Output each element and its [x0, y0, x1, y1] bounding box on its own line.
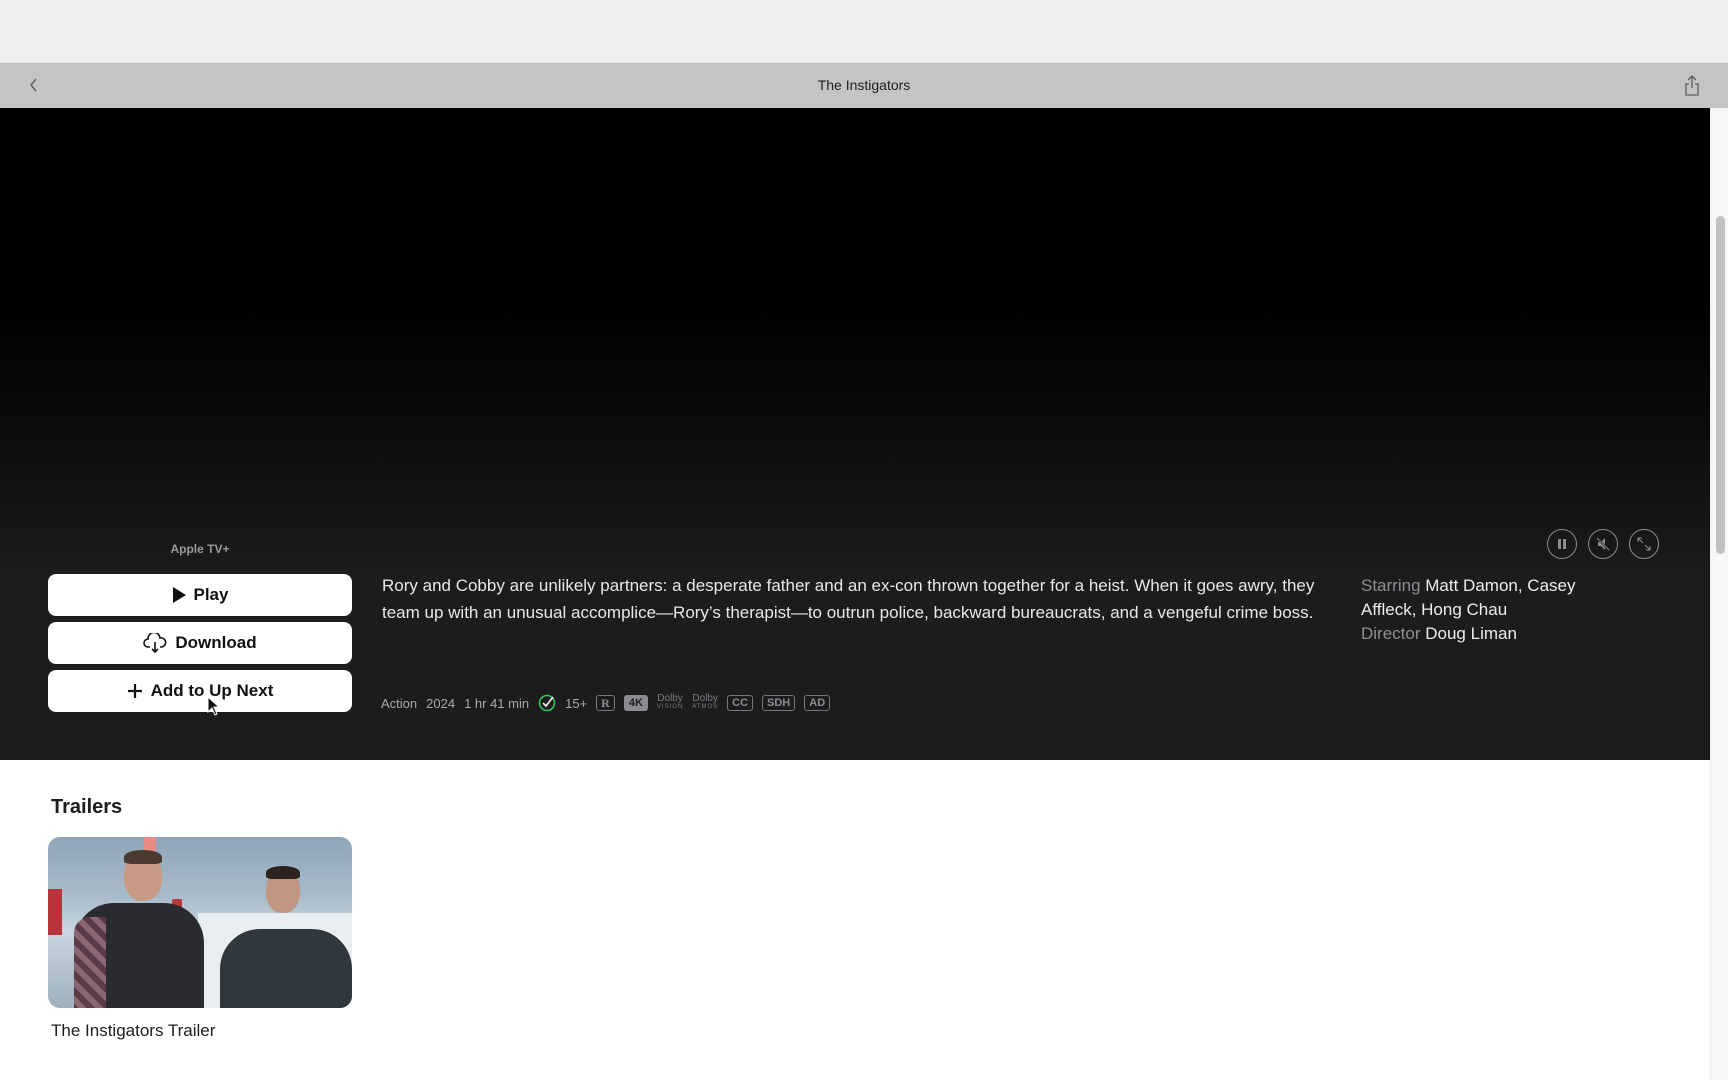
play-icon: [172, 587, 186, 603]
director-name: Doug Liman: [1425, 624, 1517, 643]
dolby-vision-badge: Dolby VISION: [657, 694, 683, 712]
dolby-atmos-badge: Dolby ATMOS: [692, 694, 718, 712]
starring-line: Starring Matt Damon, Casey Affleck, Hong…: [1361, 574, 1621, 622]
toolbar: The Instigators: [0, 63, 1728, 108]
thumbnail-scene: [144, 837, 156, 851]
cc-badge: CC: [727, 695, 754, 711]
credits: Starring Matt Damon, Casey Affleck, Hong…: [1361, 574, 1621, 646]
4k-badge: 4K: [623, 695, 648, 711]
hero-section: Apple TV+ Play Download Add to Up Next R…: [0, 108, 1710, 760]
genre: Action: [381, 695, 418, 711]
trailer-title[interactable]: The Instigators Trailer: [51, 1021, 215, 1041]
expand-icon: [1637, 537, 1651, 551]
share-button[interactable]: [1680, 73, 1704, 99]
window-title: The Instigators: [817, 77, 911, 93]
thumbnail-scene: [74, 917, 106, 1008]
director-label: Director: [1361, 624, 1421, 643]
dolby-atmos-bottom: ATMOS: [692, 704, 719, 710]
pause-icon: [1558, 539, 1566, 549]
duration: 1 hr 41 min: [464, 695, 530, 711]
plus-icon: [127, 684, 142, 698]
play-label: Play: [193, 585, 229, 604]
fullscreen-button[interactable]: [1629, 529, 1659, 559]
add-to-up-next-label: Add to Up Next: [150, 681, 274, 700]
ad-badge: AD: [804, 695, 831, 711]
scrollbar-thumb[interactable]: [1716, 216, 1725, 554]
scrollbar[interactable]: [1710, 108, 1728, 1080]
pause-button[interactable]: [1547, 529, 1577, 559]
dolby-vision-top: Dolby: [657, 693, 683, 704]
thumbnail-scene: [48, 889, 62, 935]
provider-label: Apple TV+: [170, 542, 230, 556]
window-top-bar: [0, 0, 1728, 63]
age-rating: 15+: [565, 695, 588, 711]
share-icon: [1685, 75, 1699, 96]
add-to-up-next-button[interactable]: Add to Up Next: [48, 670, 352, 712]
year: 2024: [426, 695, 456, 711]
cloud-download-icon: [143, 633, 167, 653]
play-button[interactable]: Play: [48, 574, 352, 616]
metadata-row: Action 2024 1 hr 41 min 15+ R 4K Dolby V…: [381, 694, 831, 712]
dolby-atmos-top: Dolby: [692, 693, 718, 704]
director-line: Director Doug Liman: [1361, 622, 1621, 646]
checkmark-circle-icon: [538, 694, 556, 712]
rating-badge: R: [596, 695, 615, 711]
mute-button[interactable]: [1588, 529, 1618, 559]
trailer-thumbnail[interactable]: [48, 837, 352, 1008]
thumbnail-scene: [266, 866, 300, 879]
trailers-heading: Trailers: [51, 796, 123, 818]
speaker-muted-icon: [1596, 537, 1610, 551]
thumbnail-scene: [220, 929, 352, 1008]
download-label: Download: [175, 633, 257, 652]
thumbnail-scene: [124, 850, 162, 864]
sdh-badge: SDH: [762, 695, 796, 711]
dolby-vision-bottom: VISION: [656, 704, 684, 710]
movie-description: Rory and Cobby are unlikely partners: a …: [382, 576, 1315, 622]
starring-label: Starring: [1361, 576, 1421, 595]
download-button[interactable]: Download: [48, 622, 352, 664]
